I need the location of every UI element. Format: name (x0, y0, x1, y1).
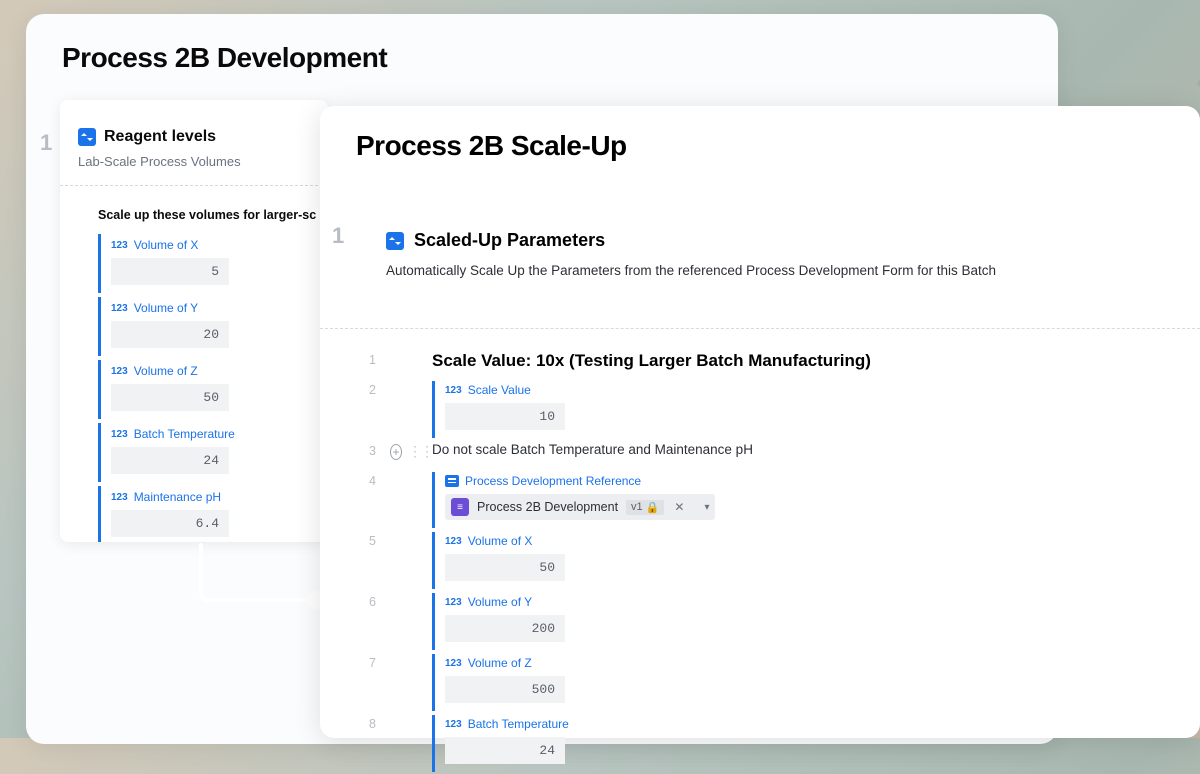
field-row[interactable]: 123 Batch Temperature 24 (98, 423, 328, 482)
field-value[interactable]: 200 (445, 615, 565, 642)
field-label: Scale Value (468, 383, 531, 397)
field-label: Volume of Z (134, 364, 198, 378)
chevron-down-icon[interactable]: ▾ (704, 502, 709, 513)
field-label: Volume of Y (468, 595, 533, 609)
row-heading: Scale Value: 10x (Testing Larger Batch M… (432, 351, 1164, 371)
line-number: 6 (356, 593, 390, 609)
field-row[interactable]: 123 Volume of Z 500 (432, 654, 904, 711)
field-label: Volume of Z (468, 656, 532, 670)
field-label: Maintenance pH (134, 490, 221, 504)
line-number: 8 (356, 715, 390, 731)
field-scale-value[interactable]: 123 Scale Value 10 (432, 381, 904, 438)
line-number: 1 (356, 351, 390, 367)
line-number: 5 (356, 532, 390, 548)
line-number: 7 (356, 654, 390, 670)
reference-chip[interactable]: ≡ Process 2B Development v1🔒 ✕ ▾ (445, 494, 715, 520)
reference-name: Process 2B Development (477, 500, 618, 514)
field-label: Volume of X (468, 534, 533, 548)
field-label: Volume of X (134, 238, 199, 252)
field-row[interactable]: 123 Volume of Y 20 (98, 297, 328, 356)
line-number: 3 (356, 442, 390, 458)
field-label: Volume of Y (134, 301, 199, 315)
number-type-icon: 123 (445, 719, 462, 730)
field-label: Batch Temperature (468, 717, 569, 731)
section-subtitle: Lab-Scale Process Volumes (78, 154, 310, 169)
field-label: Batch Temperature (134, 427, 235, 441)
form-icon: ≡ (451, 498, 469, 516)
row-text[interactable]: Do not scale Batch Temperature and Maint… (432, 442, 1164, 457)
drag-handle-icon[interactable]: ⋮⋮ (408, 443, 432, 460)
section-description: Automatically Scale Up the Parameters fr… (386, 263, 1164, 278)
section-title-scaled: Scaled-Up Parameters (414, 230, 605, 251)
remove-reference-button[interactable]: ✕ (672, 500, 686, 514)
page-title: Process 2B Development (62, 42, 1022, 74)
field-row[interactable]: 123 Volume of Y 200 (432, 593, 904, 650)
number-type-icon: 123 (111, 240, 128, 251)
field-value[interactable]: 6.4 (111, 510, 229, 537)
step-number-left: 1 (40, 130, 52, 156)
field-value[interactable]: 10 (445, 403, 565, 430)
step-number-right: 1 (332, 223, 344, 249)
field-value[interactable]: 500 (445, 676, 565, 703)
swap-icon (386, 232, 404, 250)
line-number: 4 (356, 472, 390, 488)
swap-icon (78, 128, 96, 146)
form-reference-icon (445, 475, 459, 487)
number-type-icon: 123 (111, 366, 128, 377)
field-value[interactable]: 5 (111, 258, 229, 285)
line-number: 2 (356, 381, 390, 397)
field-row[interactable]: 123 Volume of X 5 (98, 234, 328, 293)
lock-icon: 🔒 (646, 501, 660, 514)
page-title-scaleup: Process 2B Scale-Up (356, 130, 1164, 162)
reference-version: v1🔒 (626, 500, 664, 515)
number-type-icon: 123 (111, 492, 128, 503)
field-row[interactable]: 123 Volume of X 50 (432, 532, 904, 589)
field-process-reference[interactable]: Process Development Reference ≡ Process … (432, 472, 904, 528)
number-type-icon: 123 (445, 536, 462, 547)
field-row[interactable]: 123 Maintenance pH 6.4 (98, 486, 328, 542)
field-value[interactable]: 24 (111, 447, 229, 474)
section-title-reagent: Reagent levels (104, 128, 216, 146)
number-type-icon: 123 (445, 597, 462, 608)
field-value[interactable]: 20 (111, 321, 229, 348)
field-value[interactable]: 50 (111, 384, 229, 411)
panel-reagent-levels: Reagent levels Lab-Scale Process Volumes… (60, 100, 328, 542)
scale-heading: Scale up these volumes for larger-sc (98, 208, 328, 222)
field-row[interactable]: 123 Batch Temperature 24 (432, 715, 904, 772)
number-type-icon: 123 (111, 303, 128, 314)
field-label: Process Development Reference (465, 474, 641, 488)
field-row[interactable]: 123 Volume of Z 50 (98, 360, 328, 419)
number-type-icon: 123 (111, 429, 128, 440)
field-value[interactable]: 50 (445, 554, 565, 581)
number-type-icon: 123 (445, 385, 462, 396)
number-type-icon: 123 (445, 658, 462, 669)
panel-scale-up: Process 2B Scale-Up Scaled-Up Parameters… (320, 106, 1200, 738)
field-value[interactable]: 24 (445, 737, 565, 764)
divider (320, 328, 1200, 329)
add-row-button[interactable]: + (390, 444, 402, 460)
